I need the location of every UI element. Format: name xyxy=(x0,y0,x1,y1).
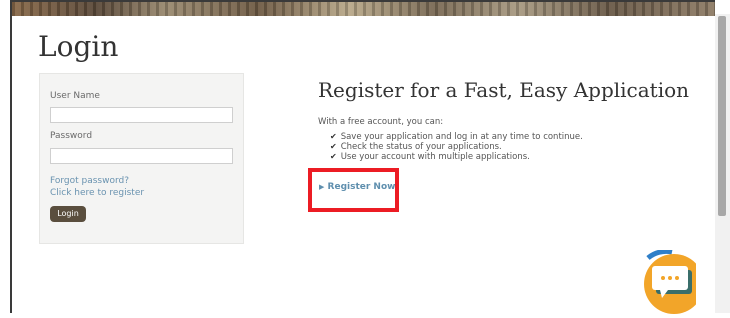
check-icon: ✔ xyxy=(330,142,337,151)
highlight-annotation-box xyxy=(308,168,399,212)
header-banner-image xyxy=(12,2,715,16)
login-button[interactable]: Login xyxy=(50,206,86,222)
scrollbar-thumb[interactable] xyxy=(718,16,726,216)
vertical-scrollbar[interactable] xyxy=(715,14,730,313)
username-field[interactable] xyxy=(50,107,233,123)
register-intro: With a free account, you can: xyxy=(318,117,444,127)
forgot-password-link[interactable]: Forgot password? xyxy=(50,176,129,186)
username-label: User Name xyxy=(50,91,100,101)
register-title: Register for a Fast, Easy Application xyxy=(318,78,690,102)
list-item: ✔ Use your account with multiple applicat… xyxy=(330,152,530,162)
list-item: ✔ Check the status of your applications. xyxy=(330,142,502,152)
password-field[interactable] xyxy=(50,148,233,164)
chat-icon xyxy=(644,248,704,314)
page-title: Login xyxy=(38,30,119,63)
check-icon: ✔ xyxy=(330,152,337,161)
page-frame: Login User Name Password Forgot password… xyxy=(10,0,715,313)
benefits-list: ✔ Save your application and log in at any… xyxy=(330,132,583,162)
login-panel: User Name Password Forgot password? Clic… xyxy=(39,73,244,244)
list-item: ✔ Save your application and log in at any… xyxy=(330,132,583,142)
password-label: Password xyxy=(50,131,93,141)
click-here-to-register-link[interactable]: Click here to register xyxy=(50,188,144,198)
check-icon: ✔ xyxy=(330,132,337,141)
chat-button[interactable] xyxy=(632,248,704,314)
